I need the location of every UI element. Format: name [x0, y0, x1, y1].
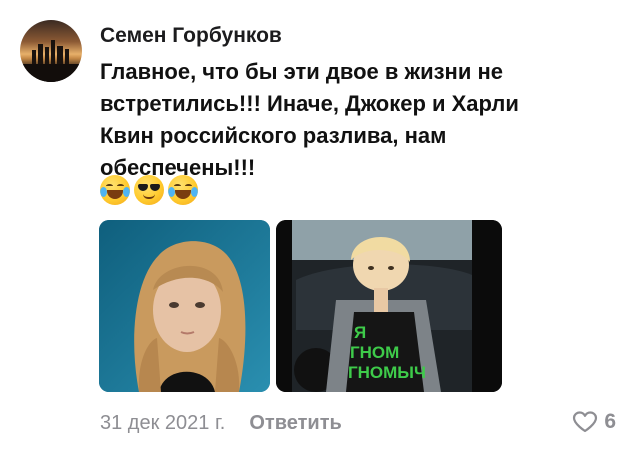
reply-button[interactable]: Ответить	[249, 412, 341, 435]
sunglasses-emoji	[134, 175, 164, 205]
tears-of-joy-emoji	[168, 175, 198, 205]
author-name[interactable]: Семен Горбунков	[100, 24, 282, 48]
comment-footer: 31 дек 2021 г. Ответить	[100, 412, 342, 435]
like-count: 6	[604, 410, 616, 433]
girl-photo[interactable]	[99, 220, 270, 392]
shirt-text-line-2: ГНОМ	[350, 343, 399, 362]
avatar[interactable]	[20, 20, 82, 82]
comment-date: 31 дек 2021 г.	[100, 412, 226, 434]
city-skyline-image	[20, 40, 82, 82]
comment-text: Главное, что бы эти двое в жизни не встр…	[100, 59, 519, 180]
emoji-row	[100, 175, 198, 205]
like-button[interactable]: 6	[572, 410, 616, 434]
boy-photo[interactable]: Я ГНОМ ГНОМЫЧ	[276, 220, 502, 392]
shirt-text-line-1: Я	[354, 323, 366, 342]
heart-icon	[573, 411, 598, 433]
shirt-text-line-3: ГНОМЫЧ	[348, 363, 426, 382]
tears-of-joy-emoji	[100, 175, 130, 205]
